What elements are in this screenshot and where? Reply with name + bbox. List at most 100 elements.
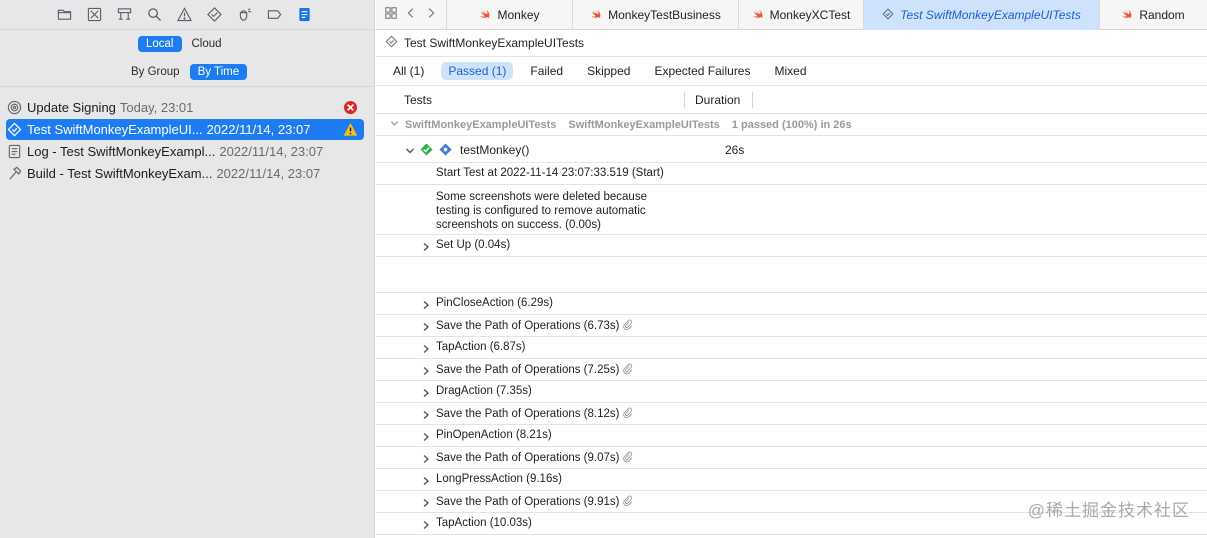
empty-row (376, 257, 1207, 293)
history-item-date: 2022/11/14, 23:07 (206, 122, 311, 137)
by-group-tab[interactable]: By Group (123, 64, 188, 80)
tab-navigation (376, 0, 446, 29)
activity-row[interactable]: Save the Path of Operations (6.73s) (376, 315, 1207, 337)
chevron-right-icon[interactable] (422, 388, 430, 398)
grouping-segment: By Group By Time (123, 63, 248, 80)
attachment-icon[interactable] (622, 319, 633, 331)
group-target: SwiftMonkeyExampleUITests (405, 118, 557, 131)
back-chevron-icon[interactable] (404, 6, 418, 23)
chevron-right-icon[interactable] (422, 432, 430, 442)
test-row[interactable]: testMonkey() 26s (376, 136, 1207, 163)
filter-expected-failures[interactable]: Expected Failures (647, 62, 757, 80)
activity-row-setup[interactable]: Set Up (0.04s) (376, 235, 1207, 257)
activity-text: TapAction (6.87s) (436, 341, 526, 353)
activity-row[interactable]: DragAction (7.35s) (376, 381, 1207, 403)
result-filter-bar: All (1) Passed (1) Failed Skipped Expect… (376, 57, 1207, 86)
by-time-tab[interactable]: By Time (189, 63, 248, 80)
activity-text: PinCloseAction (6.29s) (436, 297, 553, 309)
test-target-group-row[interactable]: SwiftMonkeyExampleUITests SwiftMonkeyExa… (376, 114, 1207, 136)
chevron-right-icon[interactable] (422, 410, 430, 420)
filter-skipped[interactable]: Skipped (580, 62, 637, 80)
method-icon (439, 143, 452, 156)
source-control-icon[interactable] (85, 5, 104, 24)
activity-row[interactable]: Save the Path of Operations (9.07s) (376, 447, 1207, 469)
attachment-icon[interactable] (622, 495, 633, 507)
attachment-icon[interactable] (622, 451, 633, 463)
chevron-right-icon[interactable] (422, 300, 430, 310)
tab-label: Random (1139, 8, 1185, 22)
report-icon[interactable] (295, 5, 314, 24)
filter-passed[interactable]: Passed (1) (441, 62, 514, 80)
tab-random[interactable]: Random (1099, 0, 1206, 30)
chevron-right-icon[interactable] (422, 520, 430, 530)
warning-icon[interactable] (175, 5, 194, 24)
chevron-down-icon[interactable] (405, 145, 415, 155)
filter-mixed[interactable]: Mixed (767, 62, 813, 80)
activity-label: Save the Path of Operations (8.12s) (436, 408, 620, 420)
history-item-name: Build - Test SwiftMonkeyExam... (27, 166, 213, 181)
filter-all[interactable]: All (1) (386, 62, 431, 80)
swift-icon (1121, 8, 1133, 23)
log-start-row: Start Test at 2022-11-14 23:07:33.519 (S… (376, 163, 1207, 185)
log-note-line: Some screenshots were deleted because (436, 191, 647, 203)
cloud-tab[interactable]: Cloud (184, 36, 230, 52)
breadcrumb: Test SwiftMonkeyExampleUITests (376, 30, 1207, 57)
tab-monkeytestbusiness[interactable]: MonkeyTestBusiness (572, 0, 738, 30)
tab-monkeyxctest[interactable]: MonkeyXCTest (738, 0, 863, 30)
breadcrumb-title[interactable]: Test SwiftMonkeyExampleUITests (404, 36, 584, 50)
filter-failed[interactable]: Failed (523, 62, 570, 80)
tab-monkey[interactable]: Monkey (446, 0, 572, 30)
history-item-name: Test SwiftMonkeyExampleUI... (27, 122, 203, 137)
warning-triangle-icon (343, 122, 358, 137)
folder-icon[interactable] (55, 5, 74, 24)
attachment-icon[interactable] (622, 363, 633, 375)
navigator-toolbar (0, 0, 374, 30)
tab-test-report[interactable]: Test SwiftMonkeyExampleUITests (863, 0, 1099, 30)
chevron-right-icon[interactable] (422, 322, 430, 332)
location-segment-row: Local Cloud (0, 30, 374, 57)
breakpoint-icon[interactable] (265, 5, 284, 24)
activity-row[interactable]: Save the Path of Operations (7.25s) (376, 359, 1207, 381)
activity-label: TapAction (10.03s) (436, 517, 532, 529)
search-icon[interactable] (145, 5, 164, 24)
activity-row[interactable]: PinOpenAction (8.21s) (376, 425, 1207, 447)
activity-row[interactable]: PinCloseAction (6.29s) (376, 293, 1207, 315)
error-icon (343, 100, 358, 115)
history-item-build[interactable]: Build - Test SwiftMonkeyExam... 2022/11/… (6, 163, 364, 184)
forward-chevron-icon[interactable] (424, 6, 438, 23)
chevron-down-icon[interactable] (390, 119, 405, 131)
debug-icon[interactable] (235, 5, 254, 24)
activity-label: PinOpenAction (8.21s) (436, 429, 552, 441)
swift-icon (479, 8, 491, 23)
column-header-duration[interactable]: Duration (685, 91, 753, 108)
location-segment: Local Cloud (138, 35, 230, 52)
history-item-log[interactable]: Log - Test SwiftMonkeyExampl... 2022/11/… (6, 141, 364, 162)
activity-row[interactable]: LongPressAction (9.16s) (376, 469, 1207, 491)
report-history-list: Update Signing Today, 23:01 Test SwiftMo… (0, 97, 374, 184)
chevron-right-icon[interactable] (422, 454, 430, 464)
test-icon[interactable] (205, 5, 224, 24)
history-item-test-run[interactable]: Test SwiftMonkeyExampleUI... 2022/11/14,… (6, 119, 364, 140)
activity-row[interactable]: TapAction (6.87s) (376, 337, 1207, 359)
chevron-right-icon[interactable] (422, 498, 430, 508)
report-editor: Monkey MonkeyTestBusiness MonkeyXCTest T… (376, 0, 1207, 538)
history-item-date: 2022/11/14, 23:07 (219, 144, 324, 159)
hierarchy-icon[interactable] (115, 5, 134, 24)
log-icon (7, 144, 22, 159)
activity-text: PinOpenAction (8.21s) (436, 429, 552, 441)
activity-text: Save the Path of Operations (7.25s) (436, 363, 633, 376)
sidebar: Local Cloud By Group By Time Update Sign… (0, 0, 375, 538)
chevron-right-icon[interactable] (422, 366, 430, 376)
grid-icon[interactable] (384, 6, 398, 23)
history-item-update-signing[interactable]: Update Signing Today, 23:01 (6, 97, 364, 118)
local-tab[interactable]: Local (138, 35, 182, 52)
activity-row[interactable]: Save the Path of Operations (8.12s) (376, 403, 1207, 425)
test-duration: 26s (725, 143, 745, 157)
activity-label: Set Up (0.04s) (436, 239, 511, 251)
chevron-right-icon[interactable] (422, 344, 430, 354)
column-header-tests[interactable]: Tests (376, 91, 685, 108)
test-diamond-icon (882, 7, 894, 23)
chevron-right-icon[interactable] (422, 242, 430, 252)
chevron-right-icon[interactable] (422, 476, 430, 486)
attachment-icon[interactable] (622, 407, 633, 419)
